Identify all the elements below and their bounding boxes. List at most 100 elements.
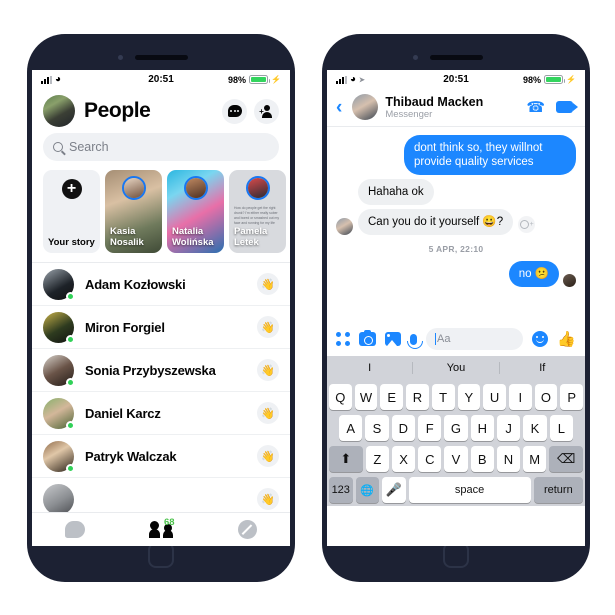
header-actions: + xyxy=(222,98,279,124)
suggestion-chip[interactable]: You xyxy=(413,361,500,374)
wave-icon: 👋 xyxy=(261,321,275,334)
key-numeric[interactable]: 123 xyxy=(329,477,353,503)
key-d[interactable]: D xyxy=(391,415,415,441)
list-item[interactable]: Sonia Przybyszewska 👋 xyxy=(32,349,290,392)
key-globe[interactable]: 🌐 xyxy=(355,477,379,503)
key-r[interactable]: R xyxy=(406,384,429,410)
key-backspace[interactable]: ⌫ xyxy=(549,446,584,472)
key-a[interactable]: A xyxy=(339,415,363,441)
key-s[interactable]: S xyxy=(365,415,389,441)
key-f[interactable]: F xyxy=(418,415,442,441)
key-dictation[interactable]: 🎤 xyxy=(382,477,406,503)
message-thread[interactable]: dont think so, they willnot provide qual… xyxy=(327,127,585,322)
key-w[interactable]: W xyxy=(354,384,378,410)
wave-button[interactable]: 👋 xyxy=(257,273,279,295)
new-message-button[interactable] xyxy=(222,98,247,124)
keyboard-row-4: 123 🌐 🎤 space return xyxy=(327,477,585,503)
message-input[interactable]: Aa xyxy=(426,328,524,350)
bottom-tab-bar: 68 xyxy=(32,512,290,546)
photo-gallery-icon[interactable] xyxy=(385,332,401,346)
wave-button[interactable]: 👋 xyxy=(257,359,279,381)
key-shift[interactable]: ⬆ xyxy=(329,446,363,472)
key-o[interactable]: O xyxy=(534,384,558,410)
key-y[interactable]: Y xyxy=(457,384,481,410)
key-m[interactable]: M xyxy=(523,446,547,472)
left-phone-screen: ◕ 20:51 98% ⚡ People + Search + Your sto… xyxy=(32,70,290,546)
key-p[interactable]: P xyxy=(560,384,584,410)
wave-button[interactable]: 👋 xyxy=(257,402,279,424)
tab-chats[interactable] xyxy=(47,513,103,547)
left-status-bar: ◕ 20:51 98% ⚡ xyxy=(32,70,290,89)
message-bubble-incoming[interactable]: Hahaha ok xyxy=(358,179,434,205)
tab-discover[interactable] xyxy=(219,513,275,547)
phone-icon[interactable]: ☎ xyxy=(526,98,545,116)
reaction-plus: + xyxy=(529,221,534,228)
story-card[interactable]: Natalia Wolińska xyxy=(167,170,224,253)
list-item[interactable]: Adam Kozłowski 👋 xyxy=(32,263,290,306)
tab-people[interactable]: 68 xyxy=(133,513,189,547)
list-item[interactable]: Miron Forgiel 👋 xyxy=(32,306,290,349)
avatar[interactable] xyxy=(352,94,379,120)
message-bubble-outgoing[interactable]: dont think so, they willnot provide qual… xyxy=(404,135,576,175)
camera-icon[interactable] xyxy=(359,329,376,346)
suggestion-chip[interactable]: I xyxy=(327,361,414,374)
story-card[interactable]: Kasia Nosalik xyxy=(105,170,162,253)
avatar xyxy=(336,218,353,235)
story-card-your-story[interactable]: + Your story xyxy=(43,170,100,253)
emoji-smiley-icon[interactable] xyxy=(532,331,549,347)
key-i[interactable]: I xyxy=(508,384,532,410)
my-avatar[interactable] xyxy=(43,95,75,127)
online-status-dot xyxy=(66,334,75,344)
avatar xyxy=(43,311,75,344)
add-contact-button[interactable]: + xyxy=(254,98,279,124)
page-title: People xyxy=(84,99,151,122)
avatar xyxy=(43,397,75,430)
key-u[interactable]: U xyxy=(483,384,506,410)
key-h[interactable]: H xyxy=(470,415,494,441)
story-avatar-ring xyxy=(245,176,270,200)
key-e[interactable]: E xyxy=(380,384,404,410)
key-space[interactable]: space xyxy=(408,477,531,503)
wave-button[interactable]: 👋 xyxy=(257,488,279,510)
circle-slash-icon xyxy=(237,520,257,539)
microphone-icon[interactable] xyxy=(406,333,423,349)
key-l[interactable]: L xyxy=(549,415,573,441)
text-caret xyxy=(435,333,436,345)
avatar xyxy=(43,268,75,301)
key-z[interactable]: Z xyxy=(365,446,389,472)
wave-button[interactable]: 👋 xyxy=(257,445,279,467)
key-x[interactable]: X xyxy=(391,446,416,472)
message-row: no 😕 xyxy=(336,261,576,287)
key-return[interactable]: return xyxy=(533,477,584,503)
contact-subtitle: Messenger xyxy=(385,108,433,120)
back-chevron-icon[interactable]: ‹ xyxy=(333,98,345,117)
story-card[interactable]: How do people get the right drunk? I'm e… xyxy=(229,170,286,253)
video-camera-icon[interactable] xyxy=(556,101,578,113)
people-header: People + xyxy=(32,89,290,131)
thumbs-up-icon[interactable]: 👍 xyxy=(557,332,576,347)
search-input[interactable]: Search xyxy=(43,133,279,161)
online-status-dot xyxy=(66,291,75,301)
stories-carousel[interactable]: + Your story Kasia Nosalik Natalia Woliń… xyxy=(32,161,290,262)
person-name: Adam Kozłowski xyxy=(85,276,186,292)
on-screen-keyboard[interactable]: I You If Q W E R T Y U I O P A S D F G H… xyxy=(327,356,585,506)
list-item[interactable]: Daniel Karcz 👋 xyxy=(32,392,290,435)
suggestion-chip[interactable]: If xyxy=(500,362,585,374)
wave-button[interactable]: 👋 xyxy=(257,316,279,338)
message-bubble-outgoing[interactable]: no 😕 xyxy=(508,261,559,287)
list-item[interactable]: Patryk Walczak 👋 xyxy=(32,435,290,478)
key-j[interactable]: J xyxy=(496,415,521,441)
apps-grid-icon[interactable] xyxy=(336,332,350,346)
key-t[interactable]: T xyxy=(431,384,455,410)
add-reaction-icon[interactable]: + xyxy=(518,216,536,233)
key-g[interactable]: G xyxy=(444,415,468,441)
message-bubble-incoming[interactable]: Can you do it yourself 😀? xyxy=(358,209,514,235)
key-v[interactable]: V xyxy=(444,446,468,472)
battery-icon xyxy=(249,75,271,84)
key-q[interactable]: Q xyxy=(328,384,352,410)
key-n[interactable]: N xyxy=(496,446,521,472)
key-k[interactable]: K xyxy=(523,415,547,441)
key-c[interactable]: C xyxy=(418,446,442,472)
key-b[interactable]: B xyxy=(470,446,494,472)
wave-icon: 👋 xyxy=(261,278,275,291)
